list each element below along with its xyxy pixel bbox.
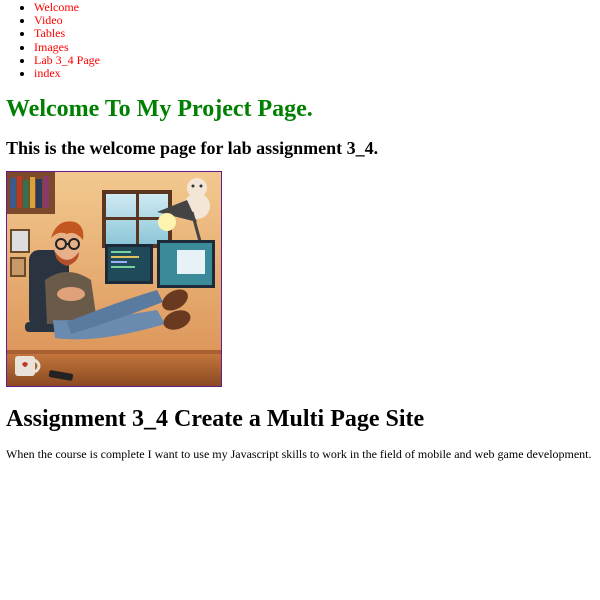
intro-paragraph: When the course is complete I want to us…	[6, 447, 592, 461]
nav-link-images[interactable]: Images	[34, 40, 69, 54]
page-title: Welcome To My Project Page.	[6, 96, 313, 122]
nav-link-video[interactable]: Video	[34, 13, 63, 27]
developer-illustration	[6, 171, 222, 387]
page-subtitle: This is the welcome page for lab assignm…	[6, 138, 379, 158]
nav-link-lab-page[interactable]: Lab 3_4 Page	[34, 53, 100, 67]
nav-link-tables[interactable]: Tables	[34, 26, 65, 40]
nav-list: Welcome Video Tables Images Lab 3_4 Page…	[0, 0, 100, 80]
nav-item-index: index	[34, 66, 100, 80]
section-title: Assignment 3_4 Create a Multi Page Site	[6, 406, 425, 432]
nav-link-index[interactable]: index	[34, 66, 61, 80]
nav-link-welcome[interactable]: Welcome	[34, 0, 79, 14]
